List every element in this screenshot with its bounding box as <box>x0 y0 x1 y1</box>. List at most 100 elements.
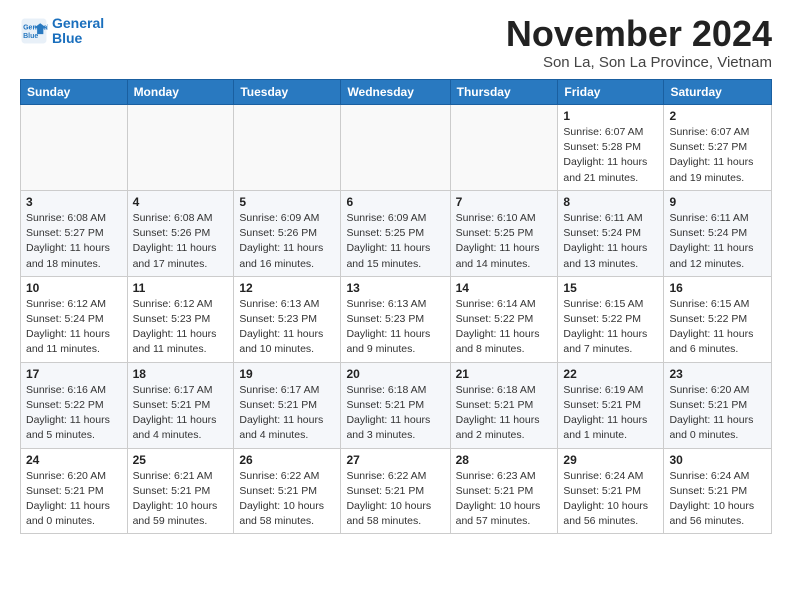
calendar-cell: 14 Sunrise: 6:14 AM Sunset: 5:22 PM Dayli… <box>450 276 558 362</box>
calendar-cell: 29 Sunrise: 6:24 AM Sunset: 5:21 PM Dayli… <box>558 448 664 534</box>
day-number: 12 <box>239 281 335 295</box>
day-detail: Sunrise: 6:13 AM Sunset: 5:23 PM Dayligh… <box>346 297 444 358</box>
week-row-5: 24 Sunrise: 6:20 AM Sunset: 5:21 PM Dayli… <box>21 448 772 534</box>
page-header: General Blue General Blue November 2024 … <box>20 16 772 71</box>
calendar-cell: 13 Sunrise: 6:13 AM Sunset: 5:23 PM Dayli… <box>341 276 450 362</box>
day-number: 7 <box>456 195 553 209</box>
calendar-cell <box>450 105 558 191</box>
calendar-cell: 17 Sunrise: 6:16 AM Sunset: 5:22 PM Dayli… <box>21 362 128 448</box>
calendar-cell: 15 Sunrise: 6:15 AM Sunset: 5:22 PM Dayli… <box>558 276 664 362</box>
day-detail: Sunrise: 6:24 AM Sunset: 5:21 PM Dayligh… <box>669 469 766 530</box>
day-detail: Sunrise: 6:12 AM Sunset: 5:24 PM Dayligh… <box>26 297 122 358</box>
day-detail: Sunrise: 6:08 AM Sunset: 5:26 PM Dayligh… <box>133 211 229 272</box>
day-detail: Sunrise: 6:11 AM Sunset: 5:24 PM Dayligh… <box>669 211 766 272</box>
month-title: November 2024 <box>506 16 772 52</box>
day-detail: Sunrise: 6:23 AM Sunset: 5:21 PM Dayligh… <box>456 469 553 530</box>
weekday-header-saturday: Saturday <box>664 80 772 105</box>
day-number: 22 <box>563 367 658 381</box>
day-number: 27 <box>346 453 444 467</box>
day-number: 28 <box>456 453 553 467</box>
day-detail: Sunrise: 6:22 AM Sunset: 5:21 PM Dayligh… <box>346 469 444 530</box>
calendar-cell: 8 Sunrise: 6:11 AM Sunset: 5:24 PM Daylig… <box>558 190 664 276</box>
day-number: 18 <box>133 367 229 381</box>
weekday-header-friday: Friday <box>558 80 664 105</box>
day-number: 30 <box>669 453 766 467</box>
calendar-cell: 9 Sunrise: 6:11 AM Sunset: 5:24 PM Daylig… <box>664 190 772 276</box>
day-number: 24 <box>26 453 122 467</box>
day-detail: Sunrise: 6:22 AM Sunset: 5:21 PM Dayligh… <box>239 469 335 530</box>
calendar-cell <box>21 105 128 191</box>
day-number: 10 <box>26 281 122 295</box>
day-number: 14 <box>456 281 553 295</box>
calendar-cell <box>234 105 341 191</box>
calendar-cell: 10 Sunrise: 6:12 AM Sunset: 5:24 PM Dayli… <box>21 276 128 362</box>
day-detail: Sunrise: 6:11 AM Sunset: 5:24 PM Dayligh… <box>563 211 658 272</box>
day-detail: Sunrise: 6:08 AM Sunset: 5:27 PM Dayligh… <box>26 211 122 272</box>
logo: General Blue General Blue <box>20 16 104 47</box>
day-number: 15 <box>563 281 658 295</box>
calendar-cell: 19 Sunrise: 6:17 AM Sunset: 5:21 PM Dayli… <box>234 362 341 448</box>
day-detail: Sunrise: 6:20 AM Sunset: 5:21 PM Dayligh… <box>669 383 766 444</box>
day-number: 5 <box>239 195 335 209</box>
calendar-cell: 2Sunrise: 6:07 AM Sunset: 5:27 PM Daylig… <box>664 105 772 191</box>
day-detail: Sunrise: 6:10 AM Sunset: 5:25 PM Dayligh… <box>456 211 553 272</box>
day-number: 20 <box>346 367 444 381</box>
week-row-4: 17 Sunrise: 6:16 AM Sunset: 5:22 PM Dayli… <box>21 362 772 448</box>
day-detail: Sunrise: 6:20 AM Sunset: 5:21 PM Dayligh… <box>26 469 122 530</box>
calendar-cell: 22 Sunrise: 6:19 AM Sunset: 5:21 PM Dayli… <box>558 362 664 448</box>
title-block: November 2024 Son La, Son La Province, V… <box>506 16 772 71</box>
svg-text:General: General <box>23 25 48 32</box>
logo-line1: General <box>52 15 104 31</box>
calendar-table: SundayMondayTuesdayWednesdayThursdayFrid… <box>20 79 772 534</box>
day-number: 21 <box>456 367 553 381</box>
weekday-header-thursday: Thursday <box>450 80 558 105</box>
logo-text: General Blue <box>52 16 104 47</box>
day-detail: Sunrise: 6:18 AM Sunset: 5:21 PM Dayligh… <box>346 383 444 444</box>
calendar-cell: 6Sunrise: 6:09 AM Sunset: 5:25 PM Daylig… <box>341 190 450 276</box>
day-number: 19 <box>239 367 335 381</box>
calendar-cell: 18 Sunrise: 6:17 AM Sunset: 5:21 PM Dayli… <box>127 362 234 448</box>
day-number: 13 <box>346 281 444 295</box>
day-number: 26 <box>239 453 335 467</box>
day-number: 9 <box>669 195 766 209</box>
calendar-cell: 21 Sunrise: 6:18 AM Sunset: 5:21 PM Dayli… <box>450 362 558 448</box>
day-number: 29 <box>563 453 658 467</box>
calendar-cell: 1Sunrise: 6:07 AM Sunset: 5:28 PM Daylig… <box>558 105 664 191</box>
day-number: 11 <box>133 281 229 295</box>
day-detail: Sunrise: 6:14 AM Sunset: 5:22 PM Dayligh… <box>456 297 553 358</box>
day-detail: Sunrise: 6:17 AM Sunset: 5:21 PM Dayligh… <box>239 383 335 444</box>
week-row-3: 10 Sunrise: 6:12 AM Sunset: 5:24 PM Dayli… <box>21 276 772 362</box>
day-number: 23 <box>669 367 766 381</box>
day-detail: Sunrise: 6:19 AM Sunset: 5:21 PM Dayligh… <box>563 383 658 444</box>
day-detail: Sunrise: 6:15 AM Sunset: 5:22 PM Dayligh… <box>669 297 766 358</box>
calendar-cell <box>341 105 450 191</box>
day-detail: Sunrise: 6:12 AM Sunset: 5:23 PM Dayligh… <box>133 297 229 358</box>
calendar-cell: 24 Sunrise: 6:20 AM Sunset: 5:21 PM Dayli… <box>21 448 128 534</box>
day-number: 3 <box>26 195 122 209</box>
day-number: 1 <box>563 109 658 123</box>
day-detail: Sunrise: 6:21 AM Sunset: 5:21 PM Dayligh… <box>133 469 229 530</box>
calendar-cell: 23 Sunrise: 6:20 AM Sunset: 5:21 PM Dayli… <box>664 362 772 448</box>
day-number: 25 <box>133 453 229 467</box>
weekday-header-monday: Monday <box>127 80 234 105</box>
calendar-cell: 28 Sunrise: 6:23 AM Sunset: 5:21 PM Dayli… <box>450 448 558 534</box>
day-number: 8 <box>563 195 658 209</box>
weekday-header-tuesday: Tuesday <box>234 80 341 105</box>
day-detail: Sunrise: 6:15 AM Sunset: 5:22 PM Dayligh… <box>563 297 658 358</box>
day-detail: Sunrise: 6:18 AM Sunset: 5:21 PM Dayligh… <box>456 383 553 444</box>
day-detail: Sunrise: 6:17 AM Sunset: 5:21 PM Dayligh… <box>133 383 229 444</box>
calendar-cell <box>127 105 234 191</box>
weekday-header-row: SundayMondayTuesdayWednesdayThursdayFrid… <box>21 80 772 105</box>
calendar-cell: 25 Sunrise: 6:21 AM Sunset: 5:21 PM Dayli… <box>127 448 234 534</box>
day-detail: Sunrise: 6:13 AM Sunset: 5:23 PM Dayligh… <box>239 297 335 358</box>
logo-line2: Blue <box>52 30 82 46</box>
day-number: 6 <box>346 195 444 209</box>
calendar-cell: 11 Sunrise: 6:12 AM Sunset: 5:23 PM Dayli… <box>127 276 234 362</box>
week-row-2: 3 Sunrise: 6:08 AM Sunset: 5:27 PM Daylig… <box>21 190 772 276</box>
weekday-header-wednesday: Wednesday <box>341 80 450 105</box>
location-subtitle: Son La, Son La Province, Vietnam <box>506 54 772 71</box>
day-number: 17 <box>26 367 122 381</box>
day-detail: Sunrise: 6:24 AM Sunset: 5:21 PM Dayligh… <box>563 469 658 530</box>
logo-icon: General Blue <box>20 17 48 45</box>
day-detail: Sunrise: 6:16 AM Sunset: 5:22 PM Dayligh… <box>26 383 122 444</box>
